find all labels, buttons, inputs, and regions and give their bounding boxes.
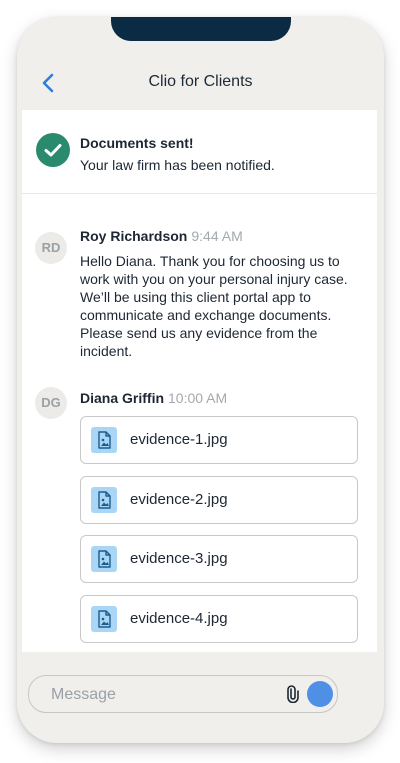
file-name: evidence-3.jpg bbox=[130, 550, 228, 567]
phone-frame: Clio for Clients Documents sent! Your la… bbox=[17, 17, 384, 743]
send-button[interactable] bbox=[307, 681, 333, 707]
banner-subtitle: Your law firm has been notified. bbox=[80, 157, 275, 173]
image-file-icon bbox=[91, 606, 117, 632]
message-time: 9:44 AM bbox=[191, 228, 243, 244]
phone-notch bbox=[111, 17, 291, 41]
file-attachment[interactable]: evidence-4.jpg bbox=[80, 595, 358, 643]
file-attachment[interactable]: evidence-2.jpg bbox=[80, 476, 358, 524]
sender-name-text: Diana Griffin bbox=[80, 390, 165, 406]
file-attachment[interactable]: evidence-1.jpg bbox=[80, 416, 358, 464]
message-time: 10:00 AM bbox=[168, 390, 228, 406]
file-attachment[interactable]: evidence-3.jpg bbox=[80, 535, 358, 583]
success-check-icon bbox=[36, 133, 70, 167]
conversation-panel: Documents sent! Your law firm has been n… bbox=[22, 110, 377, 652]
file-name: evidence-4.jpg bbox=[130, 610, 228, 627]
sender-name: Diana Griffin 10:00 AM bbox=[80, 390, 227, 406]
message-body: Hello Diana. Thank you for choosing us t… bbox=[80, 253, 348, 359]
file-name: evidence-2.jpg bbox=[130, 491, 228, 508]
image-file-icon bbox=[91, 427, 117, 453]
avatar: RD bbox=[35, 232, 67, 264]
message-input[interactable] bbox=[49, 682, 273, 708]
app-header: Clio for Clients bbox=[17, 59, 384, 109]
image-file-icon bbox=[91, 487, 117, 513]
avatar: DG bbox=[35, 387, 67, 419]
sender-name-text: Roy Richardson bbox=[80, 228, 188, 244]
sender-name: Roy Richardson 9:44 AM bbox=[80, 228, 243, 244]
image-file-icon bbox=[91, 546, 117, 572]
banner-title: Documents sent! bbox=[80, 135, 194, 151]
paperclip-icon[interactable] bbox=[284, 685, 302, 704]
file-name: evidence-1.jpg bbox=[130, 431, 228, 448]
status-banner: Documents sent! Your law firm has been n… bbox=[22, 110, 377, 194]
page-title: Clio for Clients bbox=[148, 73, 253, 90]
message-composer bbox=[28, 675, 338, 713]
